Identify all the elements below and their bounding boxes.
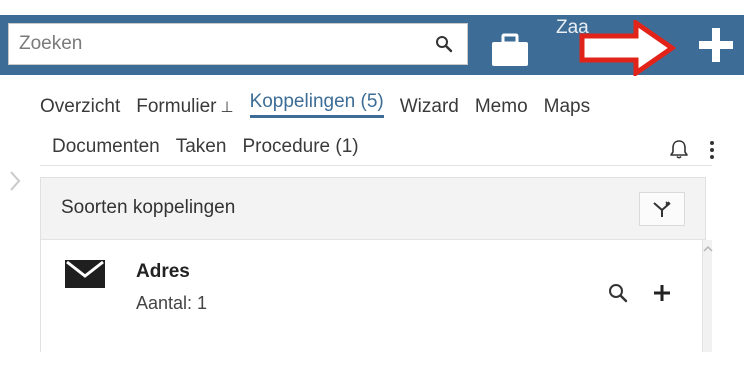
- red-arrow-annotation: [579, 20, 676, 76]
- search-icon: [436, 36, 453, 53]
- list-item[interactable]: Adres Aantal: 1: [41, 240, 705, 352]
- tab-memo[interactable]: Memo: [475, 96, 528, 118]
- tab-maps[interactable]: Maps: [544, 96, 590, 118]
- tab-label: Koppelingen (5): [249, 91, 384, 112]
- filter-clear-icon: [653, 201, 671, 217]
- filter-clear-button[interactable]: [639, 192, 685, 226]
- tab-label: Procedure (1): [242, 136, 359, 157]
- tab-wizard[interactable]: Wizard: [400, 96, 459, 118]
- search-input[interactable]: [9, 24, 419, 64]
- list-item-count: Aantal: 1: [136, 293, 208, 313]
- pin-icon[interactable]: ⊥: [220, 98, 233, 116]
- top-bar: Zaa: [0, 15, 744, 76]
- chevron-right-icon[interactable]: [8, 170, 22, 192]
- tabs-divider: [40, 165, 712, 166]
- tab-label: Overzicht: [40, 96, 121, 117]
- search-box: [8, 23, 468, 65]
- plus-icon[interactable]: [651, 282, 673, 304]
- tab-label: Maps: [543, 96, 591, 117]
- tab-label: Wizard: [399, 96, 459, 117]
- tab-bar-secondary: Documenten Taken Procedure (1): [52, 130, 375, 158]
- tab-overzicht[interactable]: Overzicht: [40, 96, 120, 118]
- more-options-icon[interactable]: [708, 140, 716, 160]
- search-button[interactable]: [427, 28, 461, 60]
- tab-label: Memo: [474, 96, 528, 117]
- scroll-up-icon[interactable]: [703, 244, 713, 254]
- add-button[interactable]: [696, 25, 736, 65]
- envelope-icon: [65, 260, 105, 288]
- tab-procedure[interactable]: Procedure (1): [242, 136, 358, 158]
- briefcase-icon[interactable]: [490, 32, 530, 68]
- tab-label: Formulier: [136, 96, 217, 117]
- tab-bar-primary: Overzicht Formulier ⊥ Koppelingen (5) Wiz…: [40, 90, 606, 118]
- tab-label: Taken: [175, 136, 227, 157]
- tab-documenten[interactable]: Documenten: [52, 136, 160, 158]
- list-item-title: Adres: [136, 261, 190, 282]
- links-panel: Soorten koppelingen Adres Aantal: 1: [40, 177, 706, 352]
- panel-title: Soorten koppelingen: [61, 197, 236, 218]
- bell-icon[interactable]: [668, 138, 690, 160]
- scrollbar[interactable]: [702, 240, 713, 352]
- tab-formulier[interactable]: Formulier ⊥: [136, 96, 233, 118]
- tab-koppelingen[interactable]: Koppelingen (5): [249, 91, 384, 118]
- tab-taken[interactable]: Taken: [176, 136, 227, 158]
- tab-label: Documenten: [52, 136, 160, 157]
- panel-header: Soorten koppelingen: [41, 178, 705, 240]
- search-icon[interactable]: [607, 282, 629, 304]
